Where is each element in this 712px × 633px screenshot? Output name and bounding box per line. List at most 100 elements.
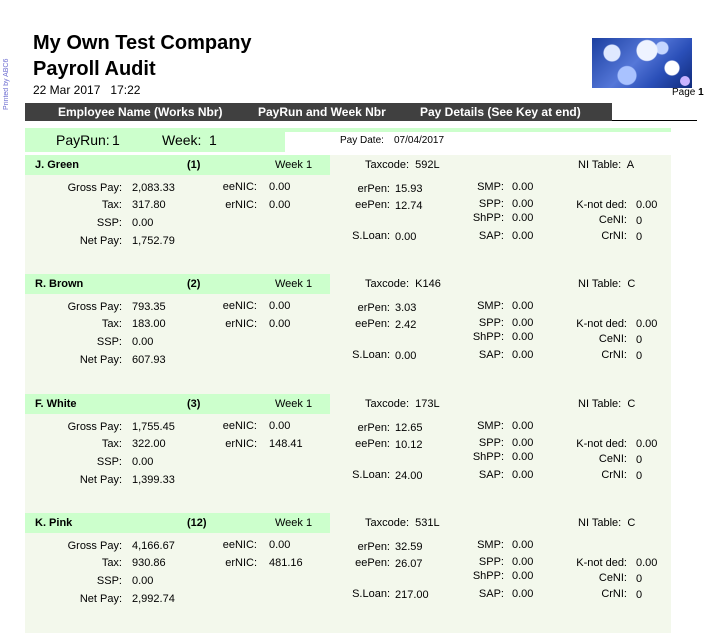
week-value: 1 (305, 159, 313, 171)
report-time: 17:22 (110, 83, 141, 97)
crni-label: CrNI: (601, 469, 627, 481)
week-text: Week (275, 159, 303, 171)
taxcode: Taxcode: 592L (365, 159, 440, 171)
logo-dot (680, 76, 690, 86)
ernic-value: 0.00 (269, 318, 291, 330)
ceni-label: CeNI: (598, 214, 627, 226)
net-pay-label: Net Pay: (79, 593, 122, 605)
spp-label: SPP: (478, 437, 504, 449)
ceni-label: CeNI: (598, 333, 627, 345)
ceni-value: 0 (636, 573, 643, 585)
ni-table-label: NI Table: (578, 398, 622, 410)
ni-table-value: C (627, 398, 636, 410)
crni-label: CrNI: (601, 349, 627, 361)
ni-table: NI Table: C (578, 278, 635, 290)
sap-value: 0.00 (512, 469, 534, 481)
ernic-label: erNIC: (225, 438, 257, 450)
week-text: Week (275, 517, 303, 529)
crni-value: 0 (636, 470, 643, 482)
week-text: Week (275, 278, 303, 290)
ceni-label: CeNI: (598, 572, 627, 584)
tax-label: Tax: (101, 438, 122, 450)
sap-value: 0.00 (512, 349, 534, 361)
k-not-ded-label: K-not ded: (576, 318, 627, 330)
student-loan-label: S.Loan: (352, 469, 390, 481)
shpp-value: 0.00 (512, 451, 534, 463)
gross-pay-label: Gross Pay: (67, 182, 122, 194)
employee-name: J. Green (35, 159, 80, 171)
spp-label: SPP: (478, 317, 504, 329)
smp-label: SMP: (477, 420, 504, 432)
smp-label: SMP: (477, 181, 504, 193)
erpen-label: erPen: (357, 302, 390, 314)
employee-record: F. White (3) Week 1 Taxcode: 173L NI Tab… (25, 394, 712, 514)
k-not-ded-label: K-not ded: (576, 199, 627, 211)
taxcode-value: 173L (415, 398, 440, 410)
spp-label: SPP: (478, 556, 504, 568)
gross-pay-value: 793.35 (132, 301, 166, 313)
header-underline (612, 120, 697, 121)
pay-date-value: 07/04/2017 (394, 135, 445, 146)
k-not-ded-value: 0.00 (636, 199, 658, 211)
k-not-ded-value: 0.00 (636, 557, 658, 569)
ni-table: NI Table: C (578, 517, 635, 529)
k-not-ded-value: 0.00 (636, 438, 658, 450)
week-text: Week (275, 398, 303, 410)
ssp-value: 0.00 (132, 456, 154, 468)
sap-label: SAP: (478, 588, 504, 600)
week-value: 1 (305, 398, 313, 410)
page-label: Page (672, 87, 696, 98)
gross-pay-label: Gross Pay: (67, 301, 122, 313)
smp-value: 0.00 (512, 420, 534, 432)
spp-value: 0.00 (512, 317, 534, 329)
ssp-label: SSP: (96, 575, 122, 587)
ssp-label: SSP: (96, 456, 122, 468)
spp-label: SPP: (478, 198, 504, 210)
tax-value: 930.86 (132, 557, 166, 569)
ni-table-value: A (626, 159, 635, 171)
payrun-label: PayRun: (56, 132, 110, 148)
shpp-label: ShPP: (472, 212, 504, 224)
spp-value: 0.00 (512, 198, 534, 210)
gross-pay-value: 1,755.45 (132, 421, 175, 433)
sap-label: SAP: (478, 230, 504, 242)
ssp-value: 0.00 (132, 336, 154, 348)
week-label: Week: (162, 132, 202, 148)
spp-value: 0.00 (512, 556, 534, 568)
shpp-label: ShPP: (472, 451, 504, 463)
k-not-ded-label: K-not ded: (576, 557, 627, 569)
erpen-value: 12.65 (395, 422, 423, 434)
tax-label: Tax: (101, 557, 122, 569)
column-header-details: Pay Details (See Key at end) (420, 105, 581, 119)
erpen-value: 15.93 (395, 183, 423, 195)
crni-value: 0 (636, 231, 643, 243)
week-value: 1 (305, 517, 313, 529)
ceni-value: 0 (636, 215, 643, 227)
net-pay-label: Net Pay: (79, 235, 122, 247)
crni-value: 0 (636, 589, 643, 601)
eepen-label: eePen: (355, 438, 390, 450)
sap-value: 0.00 (512, 588, 534, 600)
smp-value: 0.00 (512, 300, 534, 312)
smp-label: SMP: (477, 300, 504, 312)
smp-value: 0.00 (512, 539, 534, 551)
ernic-value: 148.41 (269, 438, 303, 450)
net-pay-label: Net Pay: (79, 474, 122, 486)
ni-table-label: NI Table: (578, 278, 622, 290)
employee-record: R. Brown (2) Week 1 Taxcode: K146 NI Tab… (25, 274, 712, 394)
week-number: Week 1 (275, 159, 312, 171)
k-not-ded-label: K-not ded: (576, 438, 627, 450)
taxcode: Taxcode: K146 (365, 278, 441, 290)
taxcode: Taxcode: 173L (365, 398, 440, 410)
eenic-value: 0.00 (269, 539, 291, 551)
sap-label: SAP: (478, 349, 504, 361)
employee-record: J. Green (1) Week 1 Taxcode: 592L NI Tab… (25, 155, 712, 275)
ernic-label: erNIC: (225, 557, 257, 569)
ni-table-value: C (627, 278, 636, 290)
tax-label: Tax: (101, 199, 122, 211)
ssp-value: 0.00 (132, 217, 154, 229)
erpen-value: 3.03 (395, 302, 417, 314)
week-number: Week 1 (275, 278, 312, 290)
tax-value: 183.00 (132, 318, 166, 330)
crni-label: CrNI: (601, 588, 627, 600)
